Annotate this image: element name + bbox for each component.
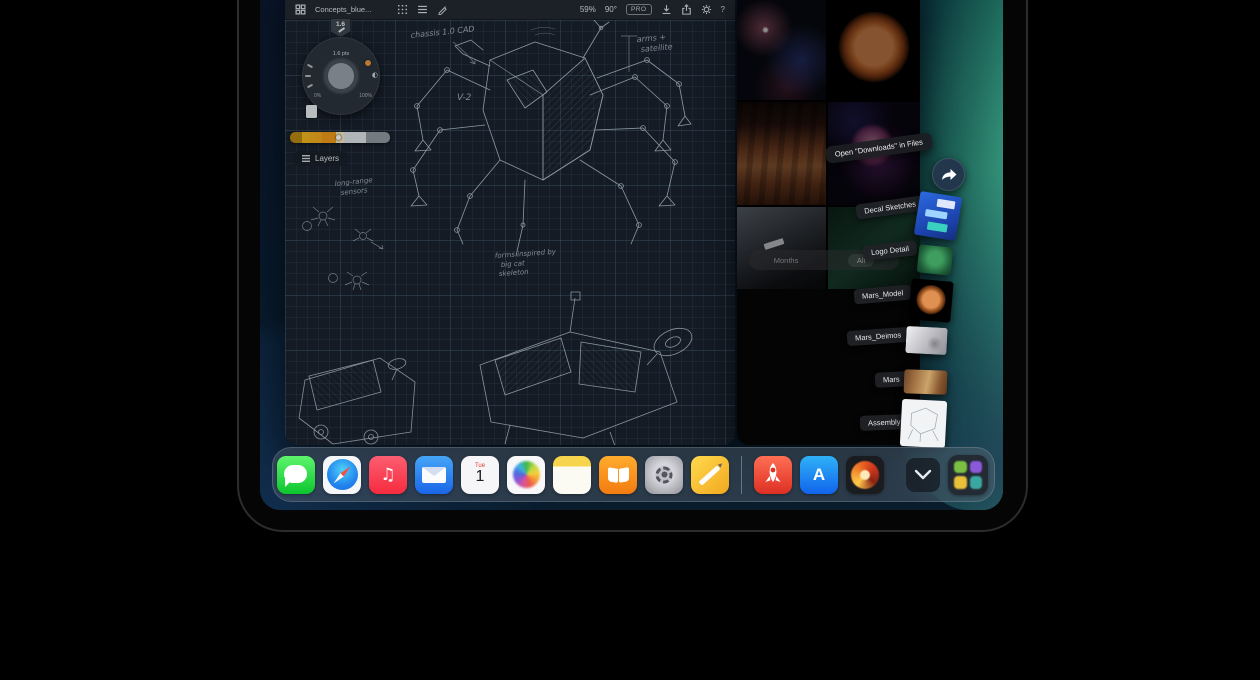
forward-arrow-icon <box>939 165 959 185</box>
ipad-device: chassis 1.0 CAD arms + satellite V-2 lon… <box>237 0 1028 532</box>
screen-content: chassis 1.0 CAD arms + satellite V-2 lon… <box>260 0 1003 510</box>
drag-thumb-logo-detail[interactable] <box>917 244 954 275</box>
dock-icon-swirl-browser[interactable] <box>846 456 884 494</box>
dock-icon-calendar[interactable]: Tue 1 <box>461 456 499 494</box>
drag-item-label[interactable]: Mars_Deimos <box>847 327 910 346</box>
photos-flower-icon <box>513 461 540 488</box>
chat-bubble-icon <box>284 465 307 483</box>
app-library-tile <box>954 461 967 474</box>
dock-icon-music[interactable]: ♫ <box>369 456 407 494</box>
rocket-icon <box>760 461 786 489</box>
assembly-sketch-icon <box>900 399 947 448</box>
drag-thumb-mars-model[interactable] <box>908 278 953 323</box>
drag-item-label[interactable]: Decal Sketches <box>855 195 925 219</box>
stage: chassis 1.0 CAD arms + satellite V-2 lon… <box>0 0 1260 680</box>
dock-icon-concepts[interactable] <box>691 456 729 494</box>
dock-icon-notes[interactable] <box>553 456 591 494</box>
ipad-screen: chassis 1.0 CAD arms + satellite V-2 lon… <box>260 0 1003 510</box>
app-store-glyph: A <box>813 465 825 485</box>
drag-item-label[interactable]: Logo Detail <box>862 240 917 261</box>
open-in-files-tooltip[interactable]: Open "Downloads" in Files <box>825 132 933 164</box>
open-book-icon <box>608 468 628 482</box>
share-forward-button[interactable] <box>932 158 965 191</box>
chevron-down-button[interactable] <box>906 458 940 492</box>
decal-chip <box>936 199 955 210</box>
calendar-day: 1 <box>476 469 485 486</box>
chevron-down-icon <box>913 469 933 481</box>
dock-icon-photos[interactable] <box>507 456 545 494</box>
dock-icon-app-store[interactable]: A <box>800 456 838 494</box>
dock: ♫ Tue 1 <box>272 447 995 502</box>
drag-and-drop-layer: Open "Downloads" in Files Decal Sketches… <box>260 0 1003 510</box>
pencil-icon <box>699 465 721 485</box>
swirl-icon <box>851 461 879 489</box>
drag-thumb-mars-deimos[interactable] <box>905 326 947 355</box>
decal-chip <box>927 222 948 233</box>
drag-thumb-assembly[interactable] <box>900 399 947 448</box>
drag-thumb-decal-sketches[interactable] <box>914 191 962 241</box>
dock-icon-safari[interactable] <box>323 456 361 494</box>
dock-divider <box>741 456 742 494</box>
dock-icon-settings[interactable] <box>645 456 683 494</box>
music-note-icon: ♫ <box>380 465 395 485</box>
app-library-tile <box>954 476 967 489</box>
app-library-button[interactable] <box>948 455 988 495</box>
drag-item-label[interactable]: Mars_Model <box>853 285 911 305</box>
dock-icon-mail[interactable] <box>415 456 453 494</box>
dock-icon-rocket-app[interactable] <box>754 456 792 494</box>
drag-thumb-mars[interactable] <box>904 369 948 394</box>
dock-icon-books[interactable] <box>599 456 637 494</box>
gear-icon <box>656 466 673 483</box>
dock-icon-messages[interactable] <box>277 456 315 494</box>
envelope-icon <box>422 467 446 483</box>
app-library-tile <box>970 461 983 474</box>
decal-chip <box>925 209 948 219</box>
app-library-tile <box>970 476 983 489</box>
